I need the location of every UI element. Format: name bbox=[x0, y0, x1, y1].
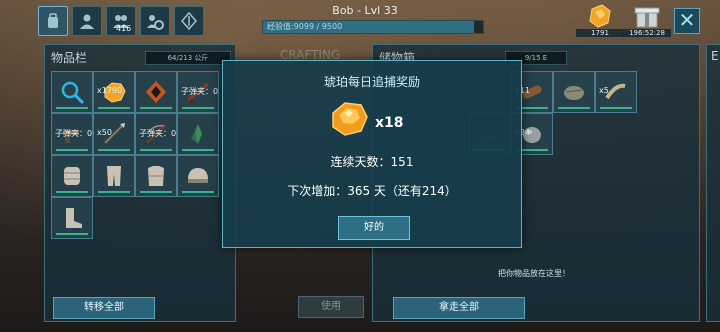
amber-icon bbox=[332, 102, 368, 136]
inventory-slot[interactable] bbox=[51, 197, 93, 239]
streak-days: 连续天数：151 bbox=[330, 155, 414, 169]
inventory-title: 物品栏 bbox=[51, 51, 88, 65]
durability-bar bbox=[56, 191, 88, 193]
armor-pants-icon bbox=[107, 166, 121, 186]
character-icon[interactable] bbox=[72, 6, 102, 36]
durability-bar bbox=[600, 107, 632, 109]
durability-bar bbox=[182, 191, 214, 193]
third-panel-title: E bbox=[711, 49, 719, 63]
inventory-slot[interactable]: 子弹夹：0 bbox=[135, 113, 177, 155]
amber-value: 1791 bbox=[576, 29, 624, 37]
durability-bar bbox=[56, 149, 88, 151]
durability-bar bbox=[98, 107, 130, 109]
inventory-slot[interactable] bbox=[51, 71, 93, 113]
top-bar: 416 Bob - Lvl 33 经验值:9099 / 9500 1791 19… bbox=[0, 0, 720, 40]
slot-quantity: 子弹夹：0 bbox=[55, 129, 93, 138]
inventory-slot[interactable] bbox=[177, 113, 219, 155]
slot-quantity: 子弹夹：0 bbox=[181, 87, 219, 96]
stone-icon bbox=[564, 86, 584, 100]
take-all-button[interactable]: 拿走全部 bbox=[393, 297, 525, 319]
inventory-slot[interactable]: 子弹夹：0 bbox=[177, 71, 219, 113]
storage-slot[interactable]: x5 bbox=[595, 71, 637, 113]
third-panel: E bbox=[706, 44, 720, 322]
inventory-slot[interactable] bbox=[51, 155, 93, 197]
durability-bar bbox=[182, 107, 214, 109]
durability-bar bbox=[182, 149, 214, 151]
amber-currency[interactable]: 1791 bbox=[576, 3, 624, 37]
close-button[interactable]: ✕ bbox=[674, 8, 700, 34]
slot-quantity: x5 bbox=[599, 86, 609, 95]
slot-quantity: x1790 bbox=[97, 86, 123, 95]
inventory-slot[interactable]: x1790 bbox=[93, 71, 135, 113]
close-icon: ✕ bbox=[678, 8, 696, 32]
plant-icon bbox=[191, 124, 202, 144]
next-increase: 下次增加：365 天（还有214） bbox=[287, 184, 457, 198]
gift-value: 196:52:28 bbox=[623, 29, 671, 37]
slot-quantity: 子弹夹：0 bbox=[139, 129, 177, 138]
durability-bar bbox=[140, 191, 172, 193]
amber-reward-dialog: 琥珀每日追捕奖励 x18 连续天数：151 下次增加：365 天（还有214） … bbox=[222, 60, 522, 248]
crystal-icon bbox=[146, 81, 166, 103]
magnifier-icon bbox=[61, 81, 84, 104]
durability-bar bbox=[558, 107, 590, 109]
settings-icon[interactable] bbox=[140, 6, 170, 36]
durability-bar bbox=[140, 107, 172, 109]
armor-gloves-icon bbox=[64, 167, 80, 185]
durability-bar bbox=[56, 233, 88, 235]
ok-button[interactable]: 好的 bbox=[338, 216, 410, 240]
inventory-icon[interactable] bbox=[38, 6, 68, 36]
tek-icon[interactable] bbox=[174, 6, 204, 36]
drop-hint: 把你物品放在这里！ bbox=[498, 269, 570, 278]
player-name: Bob - Lvl 33 bbox=[332, 4, 398, 17]
inventory-slot[interactable] bbox=[93, 155, 135, 197]
gift-currency[interactable]: 196:52:28 bbox=[623, 3, 671, 37]
inventory-slot[interactable] bbox=[135, 155, 177, 197]
slot-quantity: x50 bbox=[97, 128, 112, 137]
transfer-all-button[interactable]: 转移全部 bbox=[53, 297, 155, 319]
tribe-count: 416 bbox=[116, 24, 132, 33]
durability-bar bbox=[140, 149, 172, 151]
xp-text: 经验值:9099 / 9500 bbox=[267, 22, 343, 31]
inventory-slot[interactable] bbox=[135, 71, 177, 113]
use-button[interactable]: 使用 bbox=[298, 296, 364, 318]
armor-helmet-icon bbox=[188, 168, 208, 183]
armor-boots-icon bbox=[66, 208, 82, 228]
armor-shirt-icon bbox=[148, 166, 164, 186]
xp-bar: 经验值:9099 / 9500 bbox=[262, 20, 484, 34]
inventory-slot[interactable]: x50 bbox=[93, 113, 135, 155]
reward-quantity: x18 bbox=[375, 115, 404, 131]
inventory-panel: 物品栏 64/213 公斤 x1790 子弹夹：0 子弹夹：0 x50 子弹夹：0 转移… bbox=[44, 44, 236, 322]
inventory-slot[interactable] bbox=[177, 155, 219, 197]
inventory-slot[interactable]: 子弹夹：0 bbox=[51, 113, 93, 155]
durability-bar bbox=[56, 107, 88, 109]
inventory-weight: 64/213 公斤 bbox=[145, 51, 231, 65]
durability-bar bbox=[98, 191, 130, 193]
storage-slot[interactable] bbox=[553, 71, 595, 113]
dialog-title: 琥珀每日追捕奖励 bbox=[323, 75, 420, 89]
durability-bar bbox=[98, 149, 130, 151]
